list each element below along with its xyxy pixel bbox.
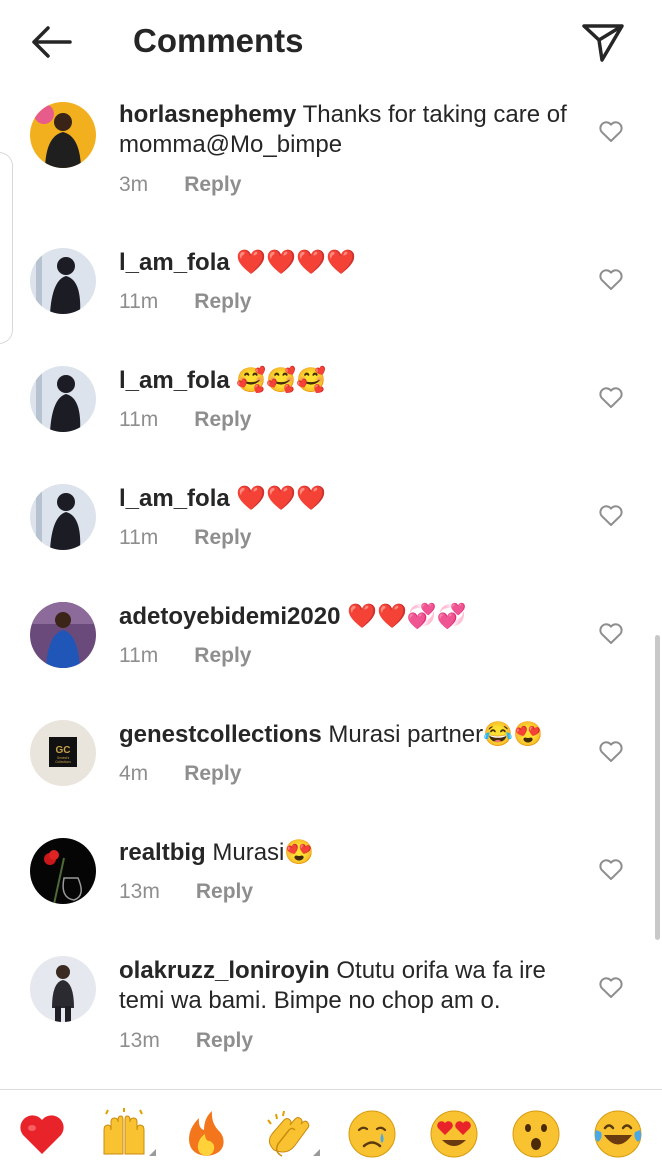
- red-heart-icon: [20, 1115, 64, 1154]
- top-bar: Comments: [0, 0, 662, 86]
- page-title: Comments: [133, 22, 304, 59]
- paper-plane-icon: [582, 24, 624, 62]
- comment-text: 🥰🥰🥰: [236, 367, 327, 394]
- comment-text: ❤️❤️❤️: [236, 485, 327, 512]
- comment-item: horlasnephemy Thanks for taking care of …: [0, 86, 662, 204]
- heart-outline-icon[interactable]: [598, 622, 624, 646]
- comment-item: olakruzz_loniroyin Otutu orifa wa fa ire…: [0, 942, 662, 1060]
- comment-text: Murasi😍: [212, 839, 315, 866]
- gc-logo-line2: Collections: [55, 760, 71, 764]
- comment-username[interactable]: l_am_fola: [119, 367, 230, 394]
- avatar[interactable]: [30, 838, 96, 904]
- comment-item: GC Genest's Collections genestcollection…: [0, 706, 662, 796]
- raising-hands-icon: [103, 1108, 145, 1155]
- avatar[interactable]: [30, 366, 96, 432]
- astonished-face-emoji-button[interactable]: [510, 1108, 562, 1160]
- arrow-left-icon: [32, 26, 72, 58]
- reply-button[interactable]: Reply: [194, 644, 251, 667]
- comment-time: 11m: [119, 644, 159, 667]
- avatar[interactable]: [30, 956, 96, 1022]
- clapping-hands-emoji-button[interactable]: [262, 1108, 314, 1160]
- comment-username[interactable]: horlasnephemy: [119, 101, 296, 128]
- clapping-hands-icon: [267, 1110, 310, 1157]
- reply-button[interactable]: Reply: [194, 526, 251, 549]
- reply-button[interactable]: Reply: [184, 762, 241, 785]
- share-button[interactable]: [580, 20, 626, 64]
- fire-icon: [189, 1111, 224, 1156]
- avatar[interactable]: [30, 248, 96, 314]
- comment-username[interactable]: genestcollections: [119, 721, 322, 748]
- scrollbar[interactable]: [655, 635, 660, 940]
- reply-button[interactable]: Reply: [194, 408, 251, 431]
- comment-item: l_am_fola ❤️❤️❤️ 11m Reply: [0, 470, 662, 560]
- heart-outline-icon[interactable]: [598, 386, 624, 410]
- avatar[interactable]: GC Genest's Collections: [30, 720, 96, 786]
- astonished-face-icon: [512, 1110, 560, 1158]
- comment-time: 13m: [119, 880, 160, 903]
- avatar[interactable]: [30, 102, 96, 168]
- comment-username[interactable]: olakruzz_loniroyin: [119, 957, 330, 984]
- comment-time: 11m: [119, 408, 159, 431]
- crying-face-emoji-button[interactable]: [346, 1108, 398, 1160]
- comment-username[interactable]: adetoyebidemi2020: [119, 603, 340, 630]
- reply-button[interactable]: Reply: [184, 173, 241, 196]
- comment-text: Murasi partner😂😍: [328, 721, 543, 748]
- heart-outline-icon[interactable]: [598, 976, 624, 1000]
- comment-item: realtbig Murasi😍 13m Reply: [0, 824, 662, 914]
- reply-button[interactable]: Reply: [196, 880, 253, 903]
- heart-eyes-icon: [430, 1110, 478, 1158]
- heart-outline-icon[interactable]: [598, 268, 624, 292]
- raising-hands-emoji-button[interactable]: [98, 1108, 150, 1160]
- emoji-quick-reaction-bar: [0, 1089, 662, 1166]
- heart-outline-icon[interactable]: [598, 504, 624, 528]
- tears-of-joy-icon: [594, 1110, 642, 1158]
- heart-outline-icon[interactable]: [598, 858, 624, 882]
- comment-username[interactable]: l_am_fola: [119, 249, 230, 276]
- comment-time: 4m: [119, 762, 149, 785]
- heart-outline-icon[interactable]: [598, 740, 624, 764]
- heart-outline-icon[interactable]: [598, 120, 624, 144]
- avatar[interactable]: [30, 602, 96, 668]
- comment-time: 13m: [119, 1029, 160, 1052]
- comment-list: horlasnephemy Thanks for taking care of …: [0, 86, 662, 1089]
- comment-text: ❤️❤️💞💞: [347, 603, 467, 630]
- gc-logo-text: GC: [56, 745, 71, 756]
- crying-face-icon: [348, 1110, 396, 1158]
- fire-emoji-button[interactable]: [180, 1108, 232, 1160]
- comment-username[interactable]: l_am_fola: [119, 485, 230, 512]
- comment-item: l_am_fola 🥰🥰🥰 11m Reply: [0, 352, 662, 442]
- red-heart-emoji-button[interactable]: [16, 1108, 68, 1160]
- hold-indicator: [313, 1149, 320, 1156]
- reply-button[interactable]: Reply: [194, 290, 251, 313]
- hold-indicator: [149, 1149, 156, 1156]
- comment-username[interactable]: realtbig: [119, 839, 206, 866]
- comment-item: adetoyebidemi2020 ❤️❤️💞💞 11m Reply: [0, 588, 662, 678]
- comment-item: l_am_fola ❤️❤️❤️❤️ 11m Reply: [0, 234, 662, 324]
- avatar[interactable]: [30, 484, 96, 550]
- comment-text: ❤️❤️❤️❤️: [236, 249, 356, 276]
- comment-time: 3m: [119, 173, 149, 196]
- tears-of-joy-emoji-button[interactable]: [592, 1108, 644, 1160]
- reply-button[interactable]: Reply: [196, 1029, 253, 1052]
- heart-eyes-emoji-button[interactable]: [428, 1108, 480, 1160]
- comment-time: 11m: [119, 290, 159, 313]
- comment-time: 11m: [119, 526, 159, 549]
- back-button[interactable]: [26, 20, 76, 64]
